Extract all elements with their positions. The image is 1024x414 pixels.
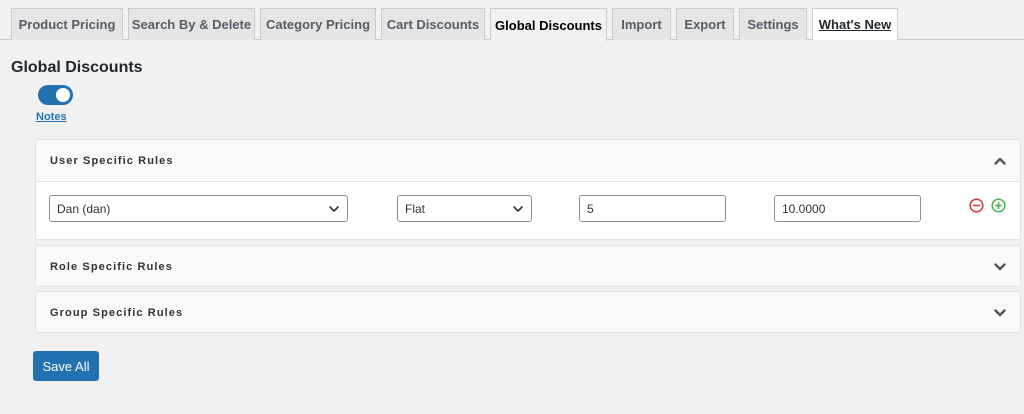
price-input-value: 10.0000 xyxy=(782,201,826,216)
tab-global-discounts[interactable]: Global Discounts xyxy=(490,8,607,41)
user-select-value: Dan (dan) xyxy=(57,201,111,216)
group-specific-rules-panel: Group Specific Rules xyxy=(35,291,1021,333)
save-all-button[interactable]: Save All xyxy=(33,351,99,381)
tab-cart-discounts[interactable]: Cart Discounts xyxy=(381,8,485,40)
price-input[interactable]: 10.0000 xyxy=(774,195,921,222)
global-discounts-toggle[interactable] xyxy=(38,85,73,105)
plus-circle-icon[interactable] xyxy=(991,198,1006,213)
tab-product-pricing[interactable]: Product Pricing xyxy=(11,8,123,40)
notes-link[interactable]: Notes xyxy=(36,111,67,123)
user-specific-rules-panel: User Specific Rules Dan (dan) Flat 5 10.… xyxy=(35,139,1021,240)
chevron-down-icon xyxy=(513,206,523,212)
page-title: Global Discounts xyxy=(11,59,143,76)
discount-type-value: Flat xyxy=(405,201,426,216)
chevron-up-icon[interactable] xyxy=(994,155,1006,167)
chevron-down-icon[interactable] xyxy=(994,307,1006,319)
tab-export[interactable]: Export xyxy=(676,8,734,40)
tab-bar: Product Pricing Search By & Delete Categ… xyxy=(0,0,1024,41)
toggle-knob xyxy=(56,88,70,102)
panel-title: Role Specific Rules xyxy=(50,260,173,273)
user-rule-row: Dan (dan) Flat 5 10.0000 xyxy=(36,181,1020,239)
role-specific-rules-panel: Role Specific Rules xyxy=(35,245,1021,287)
quantity-input-value: 5 xyxy=(587,201,594,216)
tab-import[interactable]: Import xyxy=(612,8,671,40)
panel-title: User Specific Rules xyxy=(50,154,174,167)
user-specific-rules-header[interactable]: User Specific Rules xyxy=(36,140,1020,181)
user-select[interactable]: Dan (dan) xyxy=(49,195,348,222)
tab-whats-new[interactable]: What's New xyxy=(812,8,898,40)
panel-title: Group Specific Rules xyxy=(50,306,184,319)
discount-type-select[interactable]: Flat xyxy=(397,195,532,222)
tab-category-pricing[interactable]: Category Pricing xyxy=(260,8,376,40)
tab-settings[interactable]: Settings xyxy=(739,8,807,40)
role-specific-rules-header[interactable]: Role Specific Rules xyxy=(36,246,1020,287)
group-specific-rules-header[interactable]: Group Specific Rules xyxy=(36,292,1020,333)
chevron-down-icon xyxy=(329,206,339,212)
chevron-down-icon[interactable] xyxy=(994,261,1006,273)
minus-circle-icon[interactable] xyxy=(969,198,984,213)
quantity-input[interactable]: 5 xyxy=(579,195,726,222)
tab-search-delete[interactable]: Search By & Delete xyxy=(128,8,255,40)
